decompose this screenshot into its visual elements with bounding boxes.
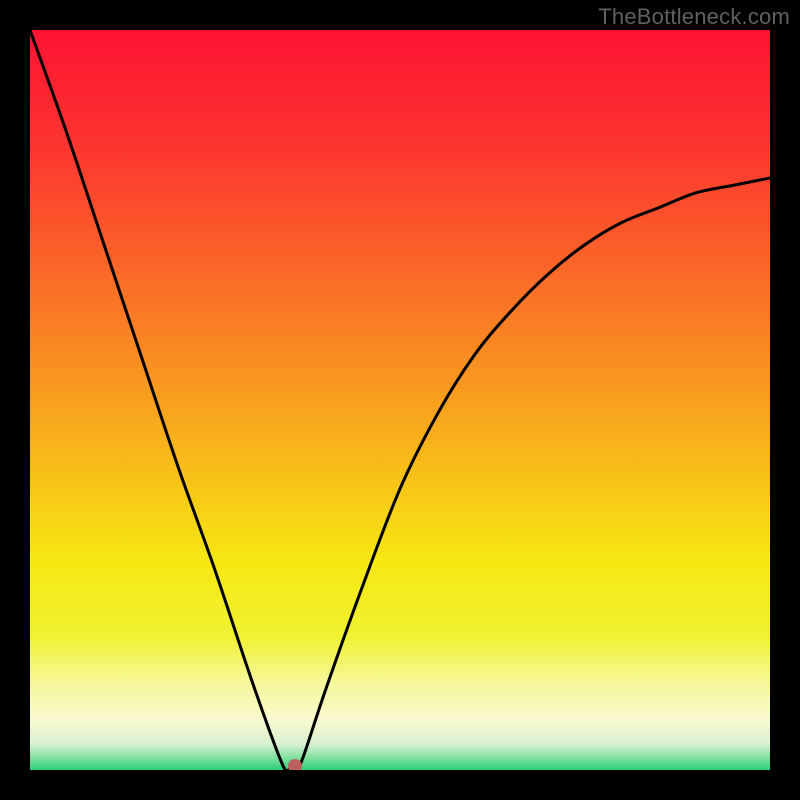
minimum-marker [288,759,302,770]
plot-area [30,30,770,770]
watermark-text: TheBottleneck.com [598,4,790,30]
bottleneck-curve [30,30,770,770]
chart-frame: TheBottleneck.com [0,0,800,800]
